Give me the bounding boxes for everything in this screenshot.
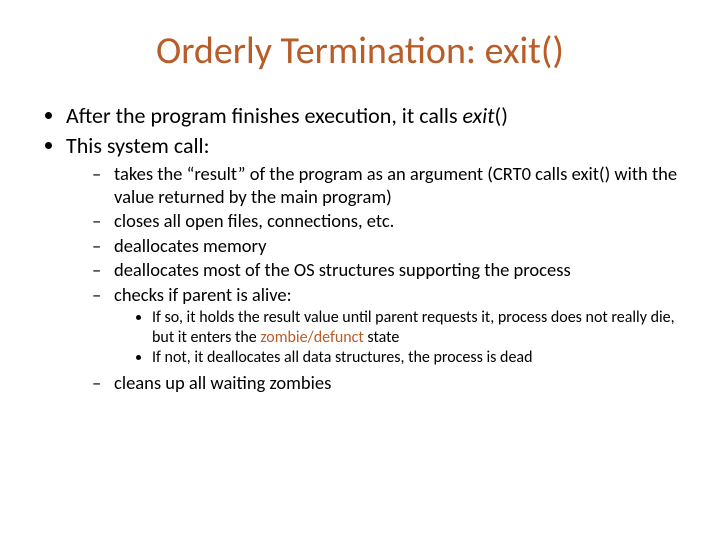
- text: state: [364, 328, 400, 347]
- text: deallocates memory: [114, 234, 266, 257]
- text: closes all open files, connections, etc.: [114, 209, 394, 232]
- text: (): [495, 102, 508, 129]
- subsub-bullet-item: If so, it holds the result value until p…: [152, 308, 684, 347]
- slide: Orderly Termination: exit() After the pr…: [0, 0, 720, 540]
- text: After the program finishes execution, it…: [66, 102, 463, 129]
- sub-bullet-item: checks if parent is alive: If so, it hol…: [92, 284, 684, 368]
- bullet-item: This system call: takes the “result” of …: [66, 132, 684, 395]
- text: deallocates most of the OS structures su…: [114, 258, 571, 281]
- text-italic: exit: [463, 102, 495, 129]
- text-accent: zombie/defunct: [260, 328, 363, 347]
- sub-bullet-item: deallocates memory: [92, 235, 684, 258]
- text: If not, it deallocates all data structur…: [152, 348, 532, 367]
- sub-bullet-item: closes all open files, connections, etc.: [92, 210, 684, 233]
- sub-bullet-item: cleans up all waiting zombies: [92, 372, 684, 395]
- slide-title: Orderly Termination: exit(): [36, 28, 684, 74]
- bullet-list: After the program finishes execution, it…: [36, 102, 684, 394]
- sub-bullet-item: deallocates most of the OS structures su…: [92, 259, 684, 282]
- text: checks if parent is alive:: [114, 283, 292, 306]
- bullet-item: After the program finishes execution, it…: [66, 102, 684, 130]
- subsub-bullet-item: If not, it deallocates all data structur…: [152, 348, 684, 368]
- sub-bullet-list: takes the “result” of the program as an …: [66, 163, 684, 394]
- text: cleans up all waiting zombies: [114, 371, 331, 394]
- text: If so, it holds the result value until p…: [152, 308, 675, 347]
- text: takes the “result” of the program as an …: [114, 162, 677, 208]
- sub-bullet-item: takes the “result” of the program as an …: [92, 163, 684, 208]
- text: This system call:: [66, 132, 210, 159]
- subsub-bullet-list: If so, it holds the result value until p…: [114, 308, 684, 368]
